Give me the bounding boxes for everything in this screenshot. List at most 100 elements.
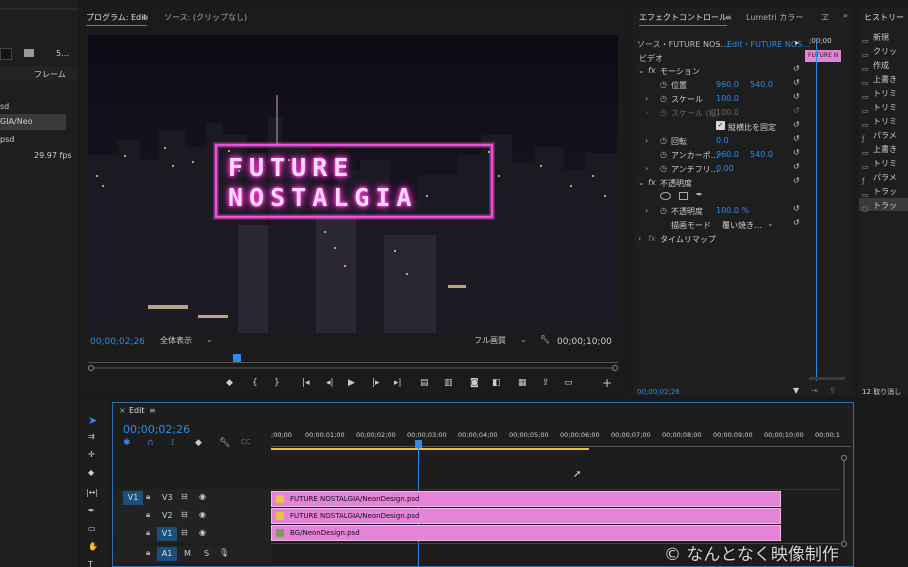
go-to-out-icon[interactable]: ▸| xyxy=(394,378,402,388)
work-area-bar[interactable] xyxy=(271,448,589,450)
tab-lumetri[interactable]: Lumetri カラー xyxy=(746,12,803,23)
hand-icon[interactable]: ✋ xyxy=(88,542,98,551)
pen-icon[interactable]: ✒ xyxy=(696,190,703,199)
history-item[interactable]: パラメ xyxy=(873,172,897,183)
clip-v1[interactable]: BG/NeonDesign.psd xyxy=(271,525,781,541)
tab-source[interactable]: ソース: (クリップなし) xyxy=(164,12,247,23)
selection-tool-icon[interactable]: ➤ xyxy=(88,414,97,427)
filter-icon[interactable]: ▼ xyxy=(793,386,799,395)
blend-mode-value[interactable]: 覆い焼き… xyxy=(722,220,762,231)
ripple-edit-icon[interactable]: ✛ xyxy=(88,450,95,459)
stopwatch-icon[interactable]: ◷ xyxy=(660,150,667,159)
export-icon[interactable]: ⇪ xyxy=(829,386,836,395)
history-item[interactable]: 上書き xyxy=(873,74,897,85)
sync-lock-icon[interactable]: ⊟ xyxy=(181,510,188,519)
mini-clip[interactable]: FUTURE N xyxy=(805,50,841,62)
lift-icon[interactable]: ▤ xyxy=(420,378,429,388)
export-icon[interactable]: ⇪ xyxy=(542,378,550,388)
list-item[interactable]: sd xyxy=(0,102,9,111)
extract-icon[interactable]: ▥ xyxy=(444,378,453,388)
solo-button[interactable]: S xyxy=(204,549,209,558)
slip-icon[interactable]: |↔| xyxy=(86,488,98,497)
marker-icon[interactable]: ◆ xyxy=(226,378,233,388)
vertical-scrollbar[interactable] xyxy=(841,455,847,555)
eye-icon[interactable]: ◉ xyxy=(199,528,206,537)
step-icon[interactable]: ⇥ xyxy=(811,386,818,395)
track-target-a1[interactable]: A1 xyxy=(157,547,177,561)
tab-program[interactable]: プログラム: Edit xyxy=(86,12,147,26)
anchor-y-value[interactable]: 540.0 xyxy=(750,150,773,159)
menu-icon[interactable]: ≡ xyxy=(149,406,156,415)
mini-scrollbar[interactable] xyxy=(809,377,845,380)
program-scrub-bar[interactable] xyxy=(88,354,618,364)
reset-icon[interactable]: ↺ xyxy=(793,218,800,227)
antiflicker-value[interactable]: 0.00 xyxy=(716,164,734,173)
rectangle-icon[interactable]: ▭ xyxy=(88,524,96,533)
linked-selection-icon[interactable]: ⟟ xyxy=(171,438,174,448)
vr-icon[interactable]: ▭ xyxy=(564,378,573,388)
zoom-select[interactable]: 全体表示 ⌄ xyxy=(160,335,216,347)
history-item[interactable]: トリミ xyxy=(873,116,897,127)
reset-icon[interactable]: ↺ xyxy=(793,176,800,185)
history-item[interactable]: トリミ xyxy=(873,102,897,113)
stopwatch-icon[interactable]: ◷ xyxy=(660,94,667,103)
add-button-icon[interactable]: + xyxy=(602,376,612,390)
history-item[interactable]: クリッ xyxy=(873,46,897,57)
history-item[interactable]: トラッ xyxy=(873,186,897,197)
proxy-icon[interactable]: ▦ xyxy=(518,378,527,388)
menu-icon[interactable]: ≡ xyxy=(725,13,732,22)
menu-icon[interactable]: ≡ xyxy=(142,13,149,22)
current-timecode[interactable]: 00;00;02;26 xyxy=(90,337,145,347)
type-icon[interactable]: T xyxy=(88,560,93,567)
track-select-icon[interactable]: ⇉ xyxy=(88,432,95,441)
position-y-value[interactable]: 540.0 xyxy=(750,80,773,89)
stopwatch-icon[interactable]: ◷ xyxy=(660,164,667,173)
sync-lock-icon[interactable]: ⊟ xyxy=(181,492,188,501)
clip-v2[interactable]: FUTURE NOSTALGIA/NeonDesign.psd xyxy=(271,508,781,524)
history-item[interactable]: トリミ xyxy=(873,158,897,169)
history-item[interactable]: 上書き xyxy=(873,144,897,155)
reset-icon[interactable]: ↺ xyxy=(793,78,800,87)
add-marker-icon[interactable]: ◆ xyxy=(195,438,202,448)
wrench-icon[interactable]: 🔧︎ xyxy=(540,335,550,344)
reset-icon[interactable]: ↺ xyxy=(793,120,800,129)
history-item[interactable]: パラメ xyxy=(873,130,897,141)
timeline-timecode[interactable]: 00;00;02;26 xyxy=(123,423,190,436)
chevron-right-icon[interactable]: › xyxy=(645,206,648,215)
source-patch-v1[interactable]: V1 xyxy=(123,491,143,505)
reset-icon[interactable]: ↺ xyxy=(793,204,800,213)
close-icon[interactable]: × xyxy=(119,406,126,415)
overflow-icon[interactable]: ヱ xyxy=(821,12,829,23)
zoom-scrollbar[interactable] xyxy=(88,365,618,371)
snap-icon[interactable]: ∩ xyxy=(147,438,154,448)
play-icon[interactable]: ▶ xyxy=(348,378,355,388)
opacity-value[interactable]: 100.0 % xyxy=(716,206,749,215)
quality-select[interactable]: フル画質 ⌄ xyxy=(474,335,530,347)
more-panels-icon[interactable]: » xyxy=(843,11,848,20)
reset-icon[interactable]: ↺ xyxy=(793,148,800,157)
mark-out-icon[interactable]: } xyxy=(274,378,280,388)
mark-in-icon[interactable]: { xyxy=(252,378,258,388)
reset-icon[interactable]: ↺ xyxy=(793,134,800,143)
razor-icon[interactable]: ◆ xyxy=(88,468,94,477)
lock-icon[interactable]: 🔒︎ xyxy=(146,528,150,538)
chevron-right-icon[interactable]: › xyxy=(645,164,648,173)
tab-effect-controls[interactable]: エフェクトコントロール xyxy=(639,12,727,26)
history-item[interactable]: 新規 xyxy=(873,32,889,43)
anchor-x-value[interactable]: 960.0 xyxy=(716,150,739,159)
nest-icon[interactable]: ✱ xyxy=(123,438,131,448)
history-item[interactable]: トリミ xyxy=(873,88,897,99)
scale-value[interactable]: 100.0 xyxy=(716,94,739,103)
reset-icon[interactable]: ↺ xyxy=(793,92,800,101)
list-item[interactable]: psd xyxy=(0,135,14,144)
history-item[interactable]: 作成 xyxy=(873,60,889,71)
chevron-right-icon[interactable]: › xyxy=(645,136,648,145)
reset-icon[interactable]: ↺ xyxy=(793,64,800,73)
mini-playhead[interactable] xyxy=(816,41,817,381)
rotation-value[interactable]: 0.0 xyxy=(716,136,729,145)
stopwatch-icon[interactable]: ◷ xyxy=(660,80,667,89)
search-input[interactable] xyxy=(0,48,12,60)
reset-icon[interactable]: ↺ xyxy=(793,162,800,171)
track-target-v1[interactable]: V1 xyxy=(157,527,177,541)
playhead-handle[interactable] xyxy=(415,440,422,448)
